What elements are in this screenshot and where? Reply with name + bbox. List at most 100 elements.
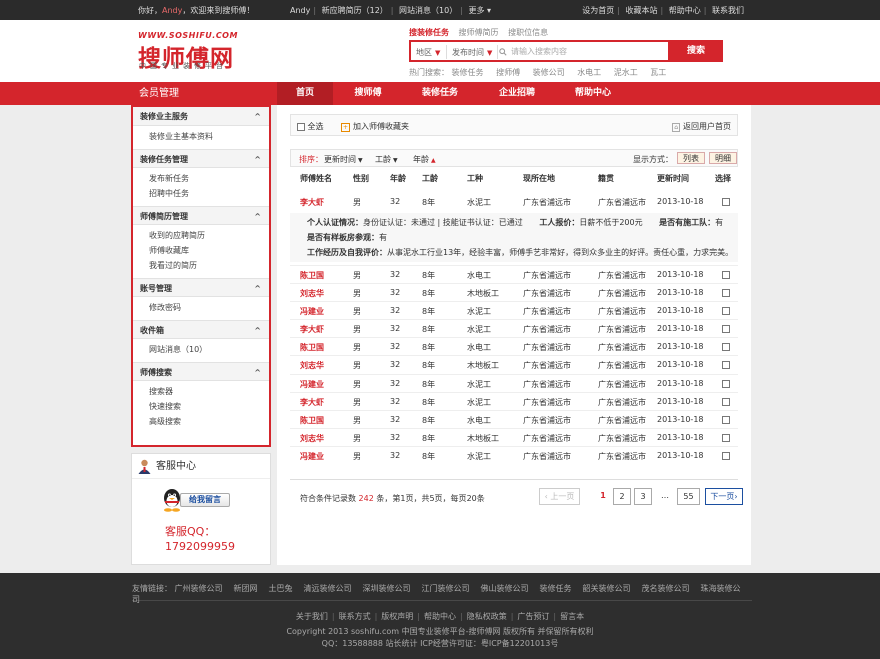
area-dropdown[interactable]: 地区 ▼ xyxy=(416,47,440,58)
sidebar-item-recruiting-tasks[interactable]: 招聘中任务 xyxy=(149,186,269,201)
nav-home[interactable]: 首页 xyxy=(277,82,333,105)
sidebar-group-account[interactable]: 账号管理 ^ xyxy=(133,278,269,297)
hot-link[interactable]: 装修公司 xyxy=(533,68,565,77)
sidebar-item-received-resumes[interactable]: 收到的应聘简历 xyxy=(149,228,269,243)
row-select-checkbox[interactable] xyxy=(722,289,730,297)
friend-link[interactable]: 佛山装修公司 xyxy=(481,584,529,593)
bookmark-link[interactable]: 收藏本站 xyxy=(626,6,658,15)
footer-nav-link[interactable]: 版权声明 xyxy=(381,612,413,621)
hot-link[interactable]: 装修任务 xyxy=(452,68,484,77)
search-button[interactable]: 搜索 xyxy=(669,40,723,62)
footer-nav-link[interactable]: 隐私权政策 xyxy=(467,612,507,621)
footer-nav-link[interactable]: 帮助中心 xyxy=(424,612,456,621)
row-select-checkbox[interactable] xyxy=(722,416,730,424)
footer-nav-link[interactable]: 广告预订 xyxy=(517,612,549,621)
master-name-link[interactable]: 刘志华 xyxy=(300,433,324,444)
row-select-checkbox[interactable] xyxy=(722,343,730,351)
friend-link[interactable]: 茂名装修公司 xyxy=(642,584,690,593)
sidebar-group-inbox[interactable]: 收件箱 ^ xyxy=(133,320,269,339)
sidebar-item-site-messages[interactable]: 网站消息（10） xyxy=(149,342,269,357)
prev-page-button[interactable]: ‹ 上一页 xyxy=(539,488,580,505)
add-to-favorites-button[interactable]: + 加入师傅收藏夹 xyxy=(341,121,409,132)
new-resume-link[interactable]: 新应聘简历（12） xyxy=(322,6,388,15)
footer-nav-link[interactable]: 联系方式 xyxy=(339,612,371,621)
master-name-link[interactable]: 冯建业 xyxy=(300,379,324,390)
friend-link[interactable]: 韶关装修公司 xyxy=(583,584,631,593)
friend-link[interactable]: 清远装修公司 xyxy=(304,584,352,593)
sidebar-group-master-search[interactable]: 师傅搜索 ^ xyxy=(133,362,269,381)
master-name-link[interactable]: 刘志华 xyxy=(300,288,324,299)
sidebar-group-task-management[interactable]: 装修任务管理 ^ xyxy=(133,149,269,168)
page-1[interactable]: 1 xyxy=(592,488,614,505)
nav-recruit[interactable]: 企业招聘 xyxy=(486,82,548,105)
friend-link[interactable]: 装修任务 xyxy=(540,584,572,593)
row-select-checkbox[interactable] xyxy=(722,361,730,369)
sidebar-group-resume-management[interactable]: 师傅简历管理 ^ xyxy=(133,206,269,225)
sidebar-item-advanced-search[interactable]: 高级搜索 xyxy=(149,414,269,429)
row-select-checkbox[interactable] xyxy=(722,325,730,333)
site-message-link[interactable]: 网站消息（10） xyxy=(399,6,457,15)
leave-message-button[interactable]: 给我留言 xyxy=(162,488,232,512)
help-center-link[interactable]: 帮助中心 xyxy=(669,6,701,15)
nav-find-master[interactable]: 搜师傅 xyxy=(340,82,396,105)
hot-link[interactable]: 泥水工 xyxy=(614,68,638,77)
row-select-checkbox[interactable] xyxy=(722,380,730,388)
view-detail-button[interactable]: 明细 xyxy=(709,152,737,164)
hot-link[interactable]: 水电工 xyxy=(577,68,601,77)
nav-help[interactable]: 帮助中心 xyxy=(562,82,624,105)
select-all-checkbox[interactable] xyxy=(297,122,305,131)
row-select-checkbox[interactable] xyxy=(722,434,730,442)
nav-tasks[interactable]: 装修任务 xyxy=(407,82,473,105)
row-select-checkbox[interactable] xyxy=(722,198,730,206)
friend-link[interactable]: 江门装修公司 xyxy=(422,584,470,593)
more-menu[interactable]: 更多 ▾ xyxy=(468,6,491,15)
sidebar-item-new-task[interactable]: 发布新任务 xyxy=(149,171,269,186)
page-3[interactable]: 3 xyxy=(634,488,652,505)
hot-link[interactable]: 搜师傅 xyxy=(496,68,520,77)
sidebar-item-change-password[interactable]: 修改密码 xyxy=(149,300,269,315)
master-name-link[interactable]: 李大虾 xyxy=(300,324,324,335)
search-tab-tasks[interactable]: 搜装修任务 xyxy=(409,28,449,37)
master-name-link[interactable]: 陈卫国 xyxy=(300,270,324,281)
sidebar-item-searcher[interactable]: 搜索器 xyxy=(149,384,269,399)
hot-link[interactable]: 瓦工 xyxy=(650,68,666,77)
row-select-checkbox[interactable] xyxy=(722,307,730,315)
sort-experience[interactable]: 工龄 ▼ xyxy=(375,154,398,165)
sidebar-item-master-favorites[interactable]: 师傅收藏库 xyxy=(149,243,269,258)
contact-us-link[interactable]: 联系我们 xyxy=(712,6,744,15)
greeting-user-link[interactable]: Andy xyxy=(162,6,182,15)
publish-time-dropdown[interactable]: 发布时间 ▼ xyxy=(452,47,492,58)
set-homepage-link[interactable]: 设为首页 xyxy=(582,6,614,15)
footer-nav-link[interactable]: 留言本 xyxy=(560,612,584,621)
master-name-link[interactable]: 陈卫国 xyxy=(300,415,324,426)
master-name-link[interactable]: 刘志华 xyxy=(300,360,324,371)
sort-age[interactable]: 年龄 ▲ xyxy=(413,154,436,165)
master-name-link[interactable]: 冯建业 xyxy=(300,306,324,317)
sort-update-time[interactable]: 更新时间 ▼ xyxy=(324,154,363,165)
row-select-checkbox[interactable] xyxy=(722,398,730,406)
view-list-button[interactable]: 列表 xyxy=(677,152,705,164)
master-name-link[interactable]: 陈卫国 xyxy=(300,342,324,353)
friend-link[interactable]: 深圳装修公司 xyxy=(363,584,411,593)
sidebar-group-owner-service[interactable]: 装修业主服务 ^ xyxy=(133,107,269,126)
page-2[interactable]: 2 xyxy=(613,488,631,505)
master-name-link[interactable]: 李大虾 xyxy=(300,397,324,408)
master-name-link[interactable]: 李大虾 xyxy=(300,197,324,208)
row-select-checkbox[interactable] xyxy=(722,271,730,279)
friend-link[interactable]: 土巴兔 xyxy=(269,584,293,593)
friend-link[interactable]: 广州装修公司 xyxy=(175,584,223,593)
search-input[interactable]: 请输入搜索内容 xyxy=(499,46,567,57)
sidebar-item-viewed-resumes[interactable]: 我看过的简历 xyxy=(149,258,269,273)
footer-nav-link[interactable]: 关于我们 xyxy=(296,612,328,621)
search-tab-jobs[interactable]: 搜职位信息 xyxy=(508,28,548,37)
page-last[interactable]: 55 xyxy=(677,488,700,505)
sidebar-item-owner-profile[interactable]: 装修业主基本资料 xyxy=(149,129,269,144)
select-all[interactable]: 全选 xyxy=(297,121,324,132)
user-name-link[interactable]: Andy xyxy=(290,6,310,15)
master-name-link[interactable]: 冯建业 xyxy=(300,451,324,462)
sidebar-item-quick-search[interactable]: 快速搜索 xyxy=(149,399,269,414)
friend-link[interactable]: 新团网 xyxy=(234,584,258,593)
row-select-checkbox[interactable] xyxy=(722,452,730,460)
search-tab-resumes[interactable]: 搜师傅简历 xyxy=(459,28,499,37)
back-to-home-link[interactable]: ⌂ 返回用户首页 xyxy=(672,121,731,132)
